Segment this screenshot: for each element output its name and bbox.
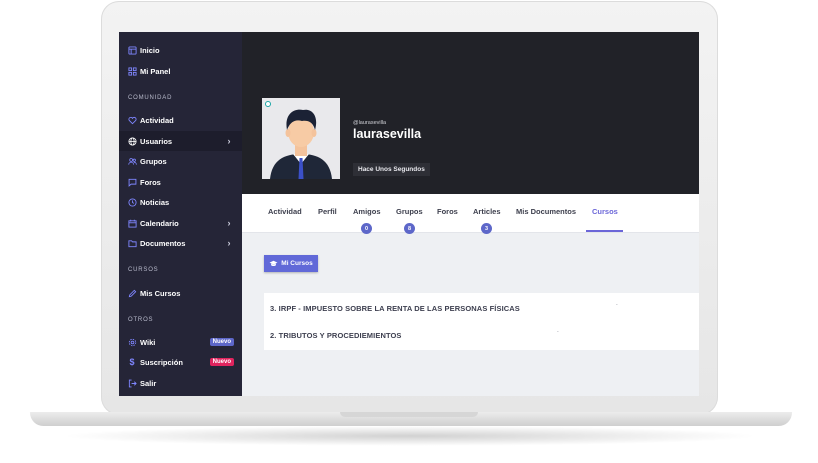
- sidebar-item-label: Mis Cursos: [140, 288, 181, 298]
- tab-foros[interactable]: Foros: [437, 207, 458, 216]
- tab-mis-documentos[interactable]: Mis Documentos: [516, 207, 576, 216]
- mis-cursos-label: Mi Cursos: [281, 260, 313, 267]
- course-title[interactable]: 2. TRIBUTOS Y PROCEDIEMIENTOS: [270, 331, 402, 340]
- chevron-right-icon: ›: [227, 238, 231, 248]
- sidebar-item-label: Wiki: [140, 337, 156, 347]
- sidebar-item-label: Mi Panel: [140, 66, 171, 76]
- online-status-icon: [265, 101, 271, 107]
- sidebar-item-calendario[interactable]: Calendario ›: [119, 213, 242, 233]
- sidebar-item-label: Salir: [140, 378, 157, 388]
- grid-icon: [126, 66, 138, 76]
- sidebar-item-salir[interactable]: Salir: [119, 373, 242, 393]
- sidebar-item-label: Calendario: [140, 218, 179, 228]
- sidebar-item-label: Grupos: [140, 156, 167, 166]
- sidebar-item-label: Inicio: [140, 45, 160, 55]
- globe-icon: [126, 136, 138, 146]
- avatar[interactable]: [262, 98, 340, 179]
- folder-icon: [126, 239, 138, 248]
- screen: Inicio Mi Panel COMUNIDAD Actividad Usua…: [119, 32, 699, 396]
- logout-icon: [126, 379, 138, 388]
- gear-icon: [126, 338, 138, 347]
- tab-cursos[interactable]: Cursos: [592, 207, 618, 216]
- sidebar-item-label: Noticias: [140, 197, 170, 207]
- sidebar-item-label: Documentos: [140, 238, 186, 248]
- section-label-otros: OTROS: [128, 317, 154, 323]
- sidebar: Inicio Mi Panel COMUNIDAD Actividad Usua…: [119, 32, 242, 396]
- laptop-notch: [340, 412, 478, 417]
- grupos-count-badge: 8: [404, 223, 415, 234]
- tab-articles[interactable]: Articles: [473, 207, 501, 216]
- new-badge: Nuevo: [209, 338, 234, 346]
- last-seen-badge: Hace Unos Segundos: [353, 163, 430, 176]
- section-label-comunidad: COMUNIDAD: [128, 95, 173, 101]
- new-badge: Nuevo: [209, 358, 234, 366]
- dollar-icon: $: [129, 357, 135, 367]
- amigos-count-badge: 0: [361, 223, 372, 234]
- course-progress-mark: -: [616, 302, 618, 308]
- sidebar-item-label: Usuarios: [140, 136, 173, 146]
- laptop-shadow: [60, 426, 760, 446]
- course-list: 3. IRPF - IMPUESTO SOBRE LA RENTA DE LAS…: [264, 293, 699, 350]
- tab-grupos[interactable]: Grupos: [396, 207, 423, 216]
- profile-username: laurasevilla: [353, 127, 422, 141]
- course-title[interactable]: 3. IRPF - IMPUESTO SOBRE LA RENTA DE LAS…: [270, 304, 520, 313]
- sidebar-item-label: Foros: [140, 177, 161, 187]
- sidebar-item-wiki[interactable]: Wiki Nuevo: [119, 332, 242, 352]
- course-progress-mark: -: [557, 329, 559, 335]
- section-label-cursos: CURSOS: [128, 267, 159, 273]
- chevron-right-icon: ›: [227, 218, 231, 228]
- graduation-cap-icon: [269, 260, 278, 267]
- sidebar-item-label: Suscripción: [140, 357, 183, 367]
- sidebar-item-mi-panel[interactable]: Mi Panel: [119, 61, 242, 81]
- sidebar-item-documentos[interactable]: Documentos ›: [119, 233, 242, 253]
- sidebar-item-mis-cursos[interactable]: Mis Cursos: [119, 283, 242, 303]
- calendar-icon: [126, 219, 138, 228]
- sidebar-item-grupos[interactable]: Grupos: [119, 151, 242, 171]
- mis-cursos-button[interactable]: Mi Cursos: [264, 255, 318, 272]
- layout-icon: [126, 45, 138, 55]
- sidebar-item-noticias[interactable]: Noticias: [119, 192, 242, 212]
- clock-icon: [126, 197, 138, 207]
- heart-icon: [126, 116, 138, 125]
- tab-actividad[interactable]: Actividad: [268, 207, 302, 216]
- active-tab-indicator: [586, 230, 623, 232]
- chat-icon: [126, 178, 138, 187]
- pen-icon: [126, 289, 138, 298]
- sidebar-item-inicio[interactable]: Inicio: [119, 40, 242, 60]
- profile-tabs: Actividad Perfil Amigos Grupos Foros Art…: [242, 194, 699, 234]
- sidebar-item-suscripcion[interactable]: $ Suscripción Nuevo: [119, 352, 242, 372]
- sidebar-item-label: Actividad: [140, 115, 174, 125]
- articles-count-badge: 3: [481, 223, 492, 234]
- chevron-right-icon: ›: [227, 136, 231, 146]
- tab-perfil[interactable]: Perfil: [318, 207, 337, 216]
- sidebar-item-actividad[interactable]: Actividad: [119, 110, 242, 130]
- tab-amigos[interactable]: Amigos: [353, 207, 381, 216]
- profile-handle: @laurasevilla: [353, 120, 387, 126]
- sidebar-item-usuarios[interactable]: Usuarios ›: [119, 131, 242, 151]
- users-icon: [126, 157, 138, 166]
- sidebar-item-foros[interactable]: Foros: [119, 172, 242, 192]
